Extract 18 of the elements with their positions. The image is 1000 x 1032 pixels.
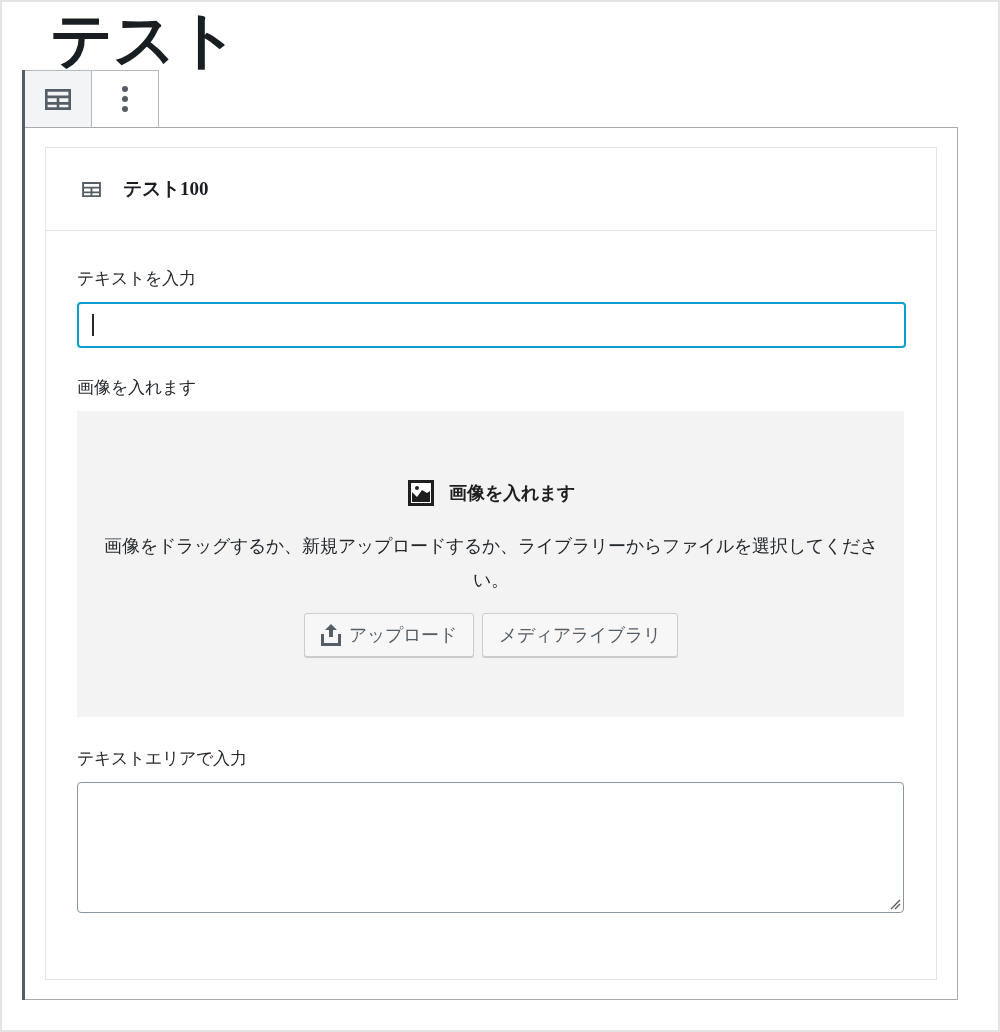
- placeholder-heading: 画像を入れます: [448, 481, 575, 505]
- upload-button[interactable]: アップロード: [303, 613, 474, 657]
- textarea-field[interactable]: [77, 782, 904, 913]
- more-icon: [122, 86, 128, 112]
- text-input-field[interactable]: [77, 302, 906, 348]
- image-icon: [406, 479, 435, 507]
- table-icon: [82, 181, 101, 197]
- block-type-button[interactable]: [25, 71, 92, 127]
- resize-handle-icon[interactable]: [890, 899, 901, 910]
- field-label: テキストエリアで入力: [77, 747, 247, 770]
- field-label: 画像を入れます: [77, 376, 196, 399]
- page-title: テスト: [49, 5, 240, 70]
- field-label: テキストを入力: [77, 267, 196, 290]
- media-library-button[interactable]: メディアライブラリ: [481, 613, 678, 657]
- placeholder-instructions: 画像をドラッグするか、新規アップロードするか、ライブラリーからファイルを選択してください。: [102, 535, 879, 592]
- block-title: テスト100: [123, 177, 209, 201]
- upload-icon: [320, 624, 341, 646]
- table-icon: [45, 88, 71, 110]
